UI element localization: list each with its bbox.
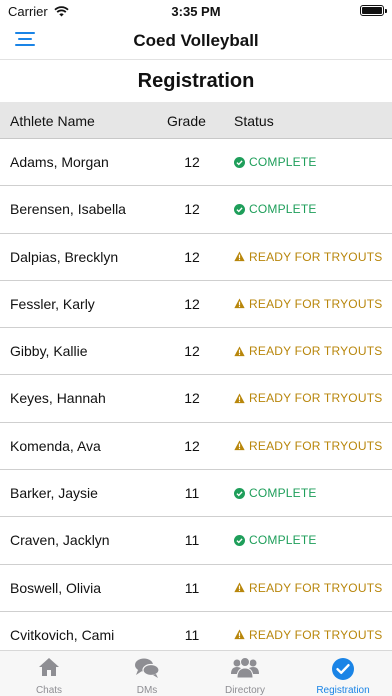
athlete-grade: 12 — [184, 295, 200, 312]
status-label: READY FOR TRYOUTS — [249, 580, 383, 595]
athlete-grade: 12 — [184, 154, 200, 170]
athlete-name: Cvitkovich, Cami — [10, 626, 115, 643]
warning-icon — [234, 440, 245, 451]
table-row[interactable]: Barker, Jaysie 11 COMPLETE — [0, 470, 392, 518]
status-label: READY FOR TRYOUTS — [249, 344, 383, 359]
athlete-grade: 12 — [184, 390, 200, 407]
tab-label: Directory — [224, 685, 265, 696]
nav-title: Coed Volleyball — [133, 31, 259, 50]
athlete-grade: 12 — [184, 201, 200, 218]
athlete-grade: 12 — [184, 248, 200, 265]
status-label: COMPLETE — [249, 155, 317, 169]
athlete-name: Keyes, Hannah — [10, 390, 106, 407]
table-row[interactable]: Adams, Morgan 12 COMPLETE — [0, 139, 392, 187]
status-badge: READY FOR TRYOUTS — [234, 250, 382, 264]
clock: 3:35 PM — [171, 4, 221, 19]
status-badge: READY FOR TRYOUTS — [234, 628, 382, 642]
table-row[interactable]: Komenda, Ava 12 READY FOR TRYOUTS — [0, 423, 392, 471]
tab-registration[interactable]: Registration — [294, 651, 392, 696]
table-row[interactable]: Boswell, Olivia 11 READY FOR TRYOUTS — [0, 565, 392, 612]
status-badge: COMPLETE — [234, 486, 317, 500]
tab-label: DMs — [136, 685, 158, 696]
column-header-status[interactable]: Status — [234, 113, 274, 129]
athlete-name: Gibby, Kallie — [10, 343, 88, 360]
athlete-grade: 11 — [184, 579, 200, 596]
table-row[interactable]: Gibby, Kallie 12 READY FOR TRYOUTS — [0, 328, 392, 376]
tab-label: Registration — [316, 685, 370, 696]
table-row[interactable]: Dalpias, Brecklyn 12 READY FOR TRYOUTS — [0, 234, 392, 281]
tab-chats[interactable]: Chats — [0, 651, 98, 696]
check-circle-icon — [234, 156, 245, 168]
athlete-grade: 11 — [184, 485, 200, 502]
table-header: Athlete Name Grade Status — [0, 102, 392, 139]
warning-icon — [234, 346, 245, 356]
tab-bar: Chats DMs Directory Registration — [0, 650, 392, 696]
athlete-name: Barker, Jaysie — [10, 485, 98, 502]
status-badge: COMPLETE — [234, 155, 317, 169]
athlete-name: Berensen, Isabella — [10, 201, 126, 218]
athlete-grade: 11 — [184, 626, 200, 643]
status-label: READY FOR TRYOUTS — [249, 296, 383, 311]
athlete-name: Komenda, Ava — [10, 437, 101, 454]
status-label: READY FOR TRYOUTS — [249, 627, 383, 642]
status-badge: READY FOR TRYOUTS — [234, 391, 382, 405]
column-header-athlete-name[interactable]: Athlete Name — [10, 113, 95, 129]
page-title: Registration — [137, 70, 255, 92]
status-label: COMPLETE — [249, 202, 317, 217]
battery-icon — [360, 5, 387, 16]
status-bar: Carrier 3:35 PM — [0, 0, 392, 22]
athlete-grade: 12 — [184, 343, 200, 360]
chat-bubbles-icon — [135, 658, 160, 678]
athlete-list: Adams, Morgan 12 COMPLETE Berensen, Isabell… — [0, 139, 392, 660]
status-badge: COMPLETE — [234, 202, 317, 216]
nav-bar: Coed Volleyball — [0, 22, 392, 60]
table-row[interactable]: Keyes, Hannah 12 READY FOR TRYOUTS — [0, 375, 392, 423]
tab-label: Chats — [35, 685, 63, 696]
athlete-name: Boswell, Olivia — [10, 579, 102, 596]
status-label: READY FOR TRYOUTS — [249, 249, 383, 264]
warning-icon — [234, 630, 245, 640]
status-badge: READY FOR TRYOUTS — [234, 581, 382, 595]
status-badge: COMPLETE — [234, 533, 317, 547]
status-badge: READY FOR TRYOUTS — [234, 297, 382, 311]
athlete-name: Craven, Jacklyn — [10, 532, 110, 549]
warning-icon — [234, 251, 245, 262]
status-badge: READY FOR TRYOUTS — [234, 344, 382, 358]
status-badge: READY FOR TRYOUTS — [234, 439, 382, 453]
status-label: READY FOR TRYOUTS — [249, 391, 383, 406]
table-row[interactable]: Fessler, Karly 12 READY FOR TRYOUTS — [0, 281, 392, 329]
table-row[interactable]: Craven, Jacklyn 11 COMPLETE — [0, 517, 392, 565]
athlete-name: Adams, Morgan — [10, 154, 109, 170]
athlete-name: Dalpias, Brecklyn — [10, 248, 119, 265]
check-circle-icon — [234, 534, 245, 546]
check-circle-icon — [332, 658, 354, 680]
home-icon — [39, 658, 59, 676]
athlete-grade: 12 — [184, 437, 200, 454]
tab-directory[interactable]: Directory — [196, 651, 294, 696]
status-label: COMPLETE — [249, 533, 317, 548]
warning-icon — [234, 298, 245, 309]
warning-icon — [234, 582, 245, 593]
table-row[interactable]: Berensen, Isabella 12 COMPLETE — [0, 186, 392, 234]
people-icon — [231, 657, 259, 679]
tab-dms[interactable]: DMs — [98, 651, 196, 696]
status-label: COMPLETE — [249, 486, 317, 501]
column-header-grade[interactable]: Grade — [167, 113, 206, 129]
check-circle-icon — [234, 203, 245, 215]
athlete-grade: 11 — [184, 532, 200, 549]
warning-icon — [234, 393, 245, 404]
check-circle-icon — [234, 487, 245, 499]
athlete-name: Fessler, Karly — [10, 295, 95, 312]
status-label: READY FOR TRYOUTS — [249, 438, 383, 453]
